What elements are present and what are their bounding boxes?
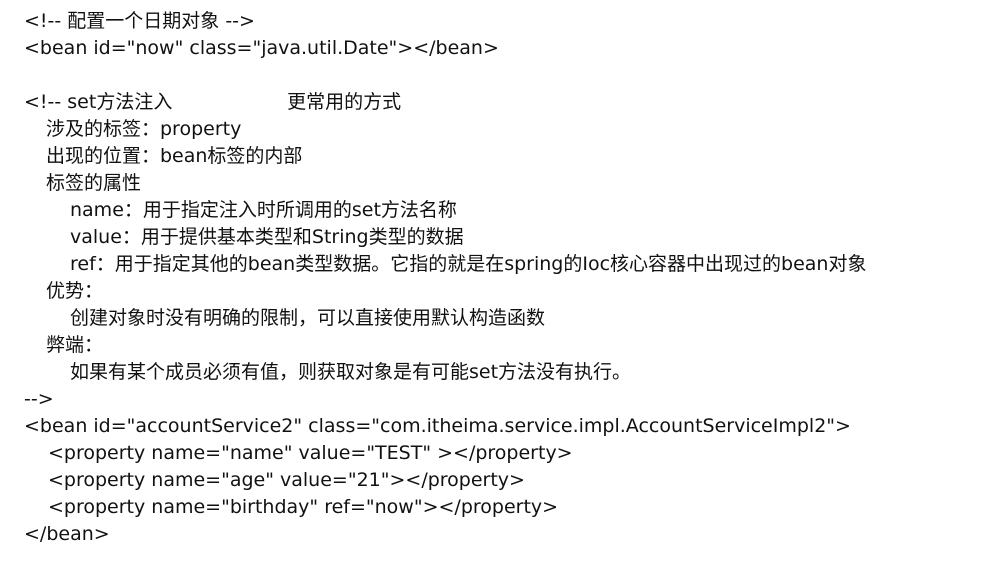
- note-advantage-text: 创建对象时没有明确的限制，可以直接使用默认构造函数: [70, 307, 546, 329]
- note-tag: 涉及的标签：property: [46, 118, 242, 140]
- bean-account-service-open: <bean id="accountService2" class="com.it…: [24, 415, 851, 437]
- bean-account-service-close: </bean>: [24, 523, 110, 545]
- note-attr-value: value：用于提供基本类型和String类型的数据: [70, 226, 464, 248]
- note-attr-name: name：用于指定注入时所调用的set方法名称: [70, 199, 457, 221]
- bean-now-definition: <bean id="now" class="java.util.Date"></…: [24, 37, 499, 59]
- property-birthday: <property name="birthday" ref="now"></pr…: [48, 496, 559, 518]
- property-name: <property name="name" value="TEST" ></pr…: [48, 442, 573, 464]
- note-attr-ref: ref：用于指定其他的bean类型数据。它指的就是在spring的Ioc核心容器…: [70, 253, 867, 275]
- property-age: <property name="age" value="21"></proper…: [48, 469, 525, 491]
- note-position: 出现的位置：bean标签的内部: [46, 145, 303, 167]
- note-attributes-heading: 标签的属性: [46, 172, 142, 194]
- xml-config-document: <!-- 配置一个日期对象 --> <bean id="now" class="…: [0, 0, 993, 574]
- comment-date-object: <!-- 配置一个日期对象 -->: [24, 10, 255, 32]
- note-advantage-heading: 优势：: [46, 280, 104, 302]
- note-drawback-text: 如果有某个成员必须有值，则获取对象是有可能set方法没有执行。: [70, 361, 632, 383]
- comment-set-injection: <!-- set方法注入 更常用的方式: [24, 91, 402, 113]
- comment-end: -->: [24, 388, 54, 410]
- note-drawback-heading: 弊端：: [46, 334, 104, 356]
